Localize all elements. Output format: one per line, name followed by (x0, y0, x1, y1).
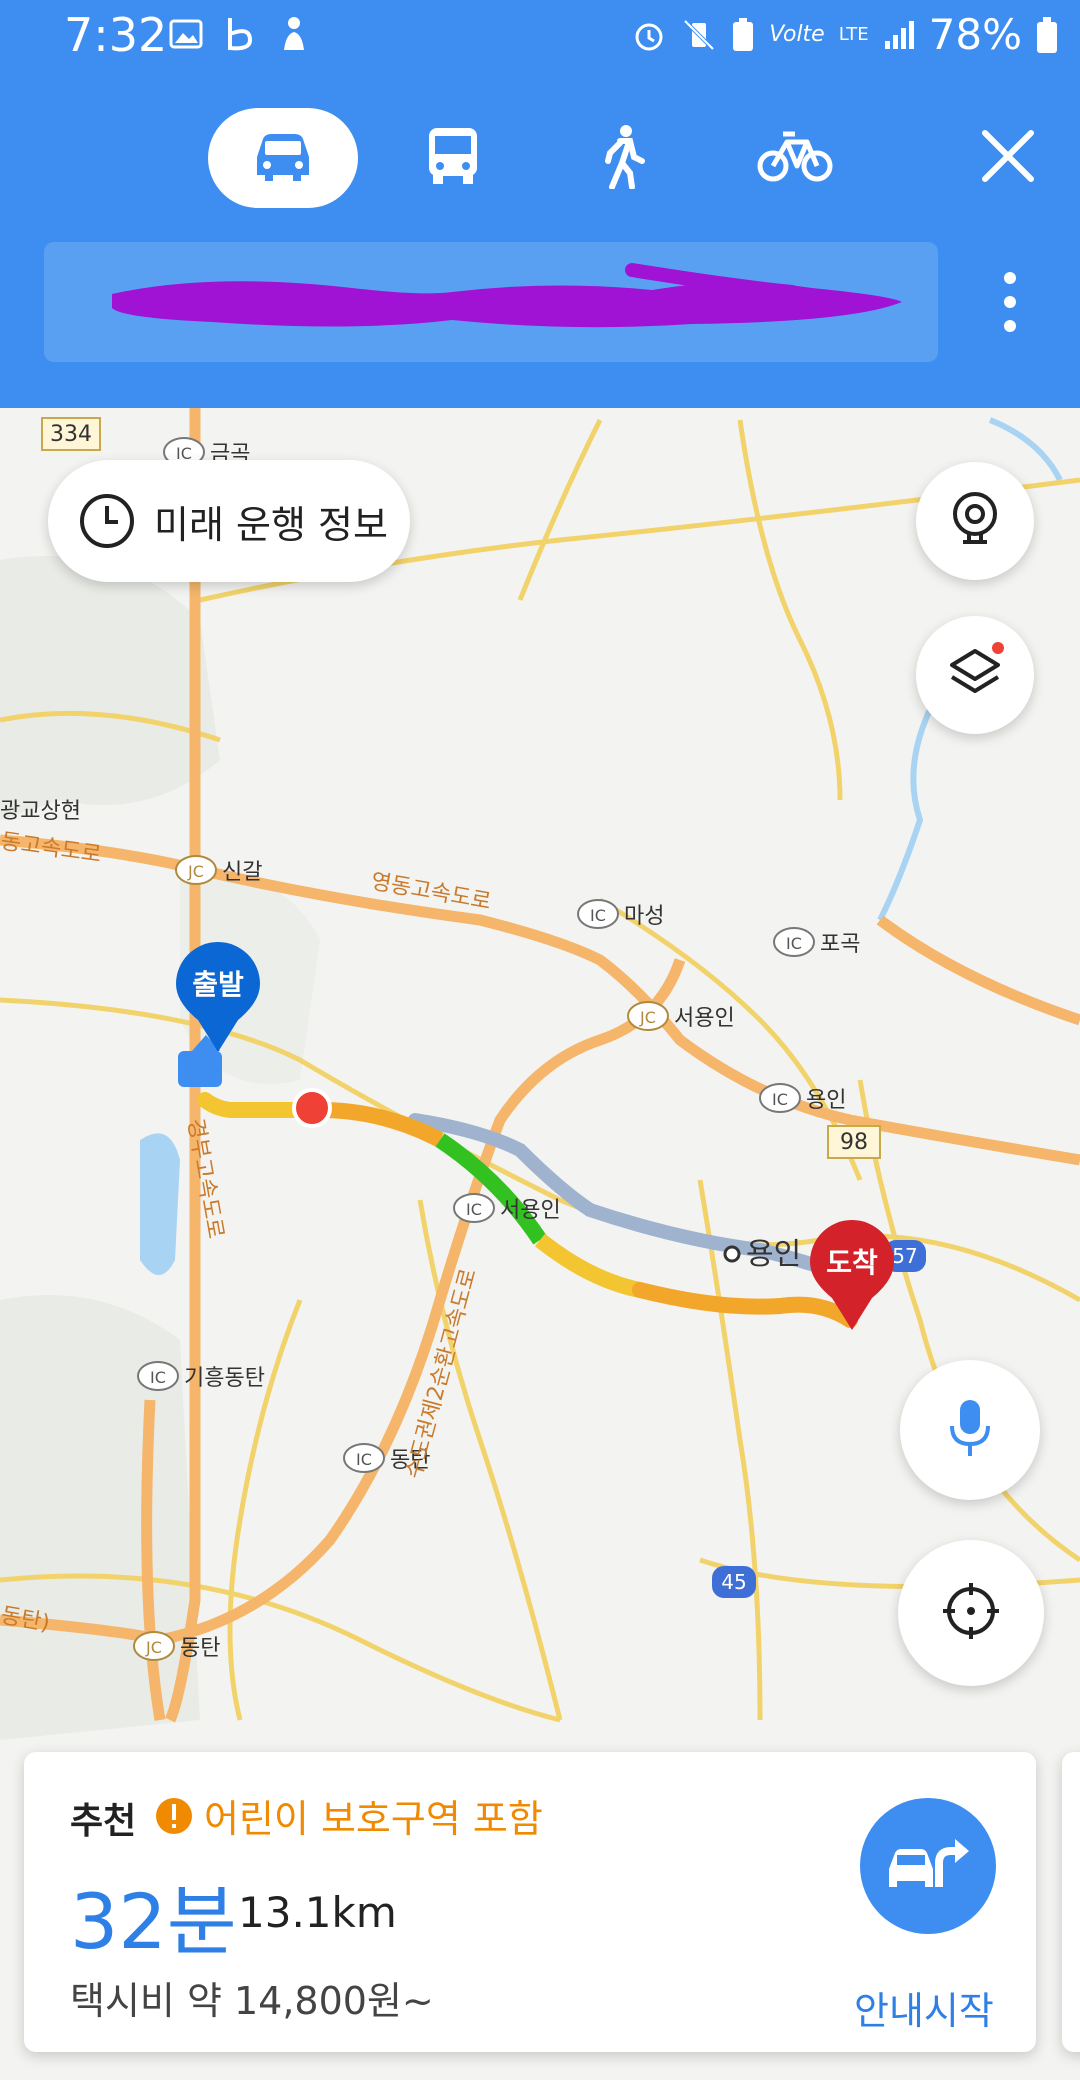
signal-icon (883, 19, 915, 51)
child-zone-warning: 어린이 보호구역 포함 (154, 1788, 543, 1843)
tab-bike[interactable] (720, 108, 870, 208)
car-turn-icon (883, 1829, 973, 1903)
tab-bus[interactable] (378, 108, 528, 208)
place-label-giheung-dongtan: IC 기흥동탄 (137, 1361, 265, 1391)
taxi-fare: 택시비 약 14,800원~ (70, 1979, 434, 2023)
route-search-field[interactable] (44, 242, 938, 362)
gallery-icon (168, 14, 204, 54)
svg-text:IC: IC (772, 1090, 788, 1109)
future-traffic-info-button[interactable]: 미래 운행 정보 (48, 460, 410, 582)
clock-icon (78, 492, 136, 550)
route-shield-334: 334 (41, 417, 101, 451)
warning-text: 어린이 보호구역 포함 (204, 1797, 543, 1841)
place-label-seoyongin-ic: IC 서용인 (453, 1193, 561, 1223)
svg-text:IC: IC (786, 934, 802, 953)
layers-notification-dot (992, 642, 1004, 654)
svg-text:용인: 용인 (746, 1237, 801, 1272)
map-layers-button[interactable] (916, 616, 1034, 734)
svg-text:IC: IC (466, 1200, 482, 1219)
svg-text:마성: 마성 (624, 904, 664, 929)
walk-icon (598, 123, 648, 193)
route-distance: 13.1km (238, 1888, 397, 1937)
route-shield-45: 45 (712, 1566, 756, 1598)
my-location-button[interactable] (898, 1540, 1044, 1686)
car-icon (251, 129, 315, 187)
svg-text:IC: IC (356, 1450, 372, 1469)
svg-text:98: 98 (840, 1130, 868, 1155)
battery-icon (1036, 16, 1058, 54)
svg-text:서용인: 서용인 (500, 1198, 561, 1223)
header: 7:32 Volte LTE 78% (0, 0, 1080, 408)
start-navigation-label[interactable]: 안내시작 (854, 1980, 994, 2035)
cctv-icon (949, 490, 1001, 552)
voice-search-button[interactable] (900, 1360, 1040, 1500)
b-app-icon (222, 14, 258, 54)
route-duration: 32분 (70, 1877, 237, 1966)
transport-mode-tabs (0, 108, 1080, 208)
svg-text:용인: 용인 (806, 1088, 846, 1113)
svg-text:334: 334 (50, 422, 92, 447)
place-label-seoyongin-jc: JC 서용인 (627, 1001, 735, 1031)
crosshair-icon (941, 1581, 1001, 1645)
status-time: 7:32 (64, 8, 168, 62)
close-button[interactable] (938, 108, 1078, 208)
svg-text:45: 45 (721, 1570, 746, 1594)
recommended-tag: 추천 (70, 1801, 137, 1842)
battery-saver-icon (731, 17, 755, 53)
close-icon (981, 129, 1035, 187)
redacted-address (112, 263, 902, 328)
battery-percent: 78% (928, 10, 1022, 59)
svg-text:도착: 도착 (826, 1246, 878, 1279)
cctv-button[interactable] (916, 462, 1034, 580)
route-summary-card[interactable]: 추천 어린이 보호구역 포함 32분 13.1km 택시비 약 14,800원~… (24, 1752, 1036, 2052)
svg-text:JC: JC (145, 1638, 162, 1657)
svg-text:JC: JC (639, 1008, 656, 1027)
svg-text:JC: JC (187, 862, 204, 881)
more-vertical-icon (985, 272, 1035, 344)
start-navigation-button[interactable] (860, 1798, 996, 1934)
status-icons-left (168, 14, 312, 54)
next-route-card-peek[interactable] (1062, 1752, 1080, 2052)
svg-text:IC: IC (590, 906, 606, 925)
volte-icon: Volte (769, 22, 825, 47)
tab-walk[interactable] (548, 108, 698, 208)
alarm-icon (631, 17, 667, 53)
svg-text:57: 57 (892, 1244, 917, 1268)
lte-icon: LTE (838, 24, 869, 45)
svg-text:동탄: 동탄 (180, 1636, 220, 1661)
svg-text:서용인: 서용인 (674, 1006, 735, 1031)
layers-icon (946, 645, 1004, 705)
bike-icon (757, 128, 833, 188)
tab-car[interactable] (208, 108, 358, 208)
future-traffic-info-label: 미래 운행 정보 (154, 502, 388, 547)
svg-text:IC: IC (150, 1368, 166, 1387)
microphone-icon (946, 1396, 994, 1464)
svg-text:신갈: 신갈 (222, 860, 262, 885)
status-icons-right: Volte LTE 78% (631, 10, 1058, 59)
person-notification-icon (276, 14, 312, 54)
vibrate-mute-icon (681, 17, 717, 53)
svg-text:포곡: 포곡 (820, 932, 860, 957)
svg-text:출발: 출발 (192, 968, 244, 1001)
status-bar: 7:32 Volte LTE 78% (0, 0, 1080, 76)
more-options-button[interactable] (985, 270, 1035, 340)
warning-icon (154, 1796, 194, 1836)
route-shield-98: 98 (827, 1125, 881, 1159)
svg-text:기흥동탄: 기흥동탄 (184, 1366, 265, 1391)
place-label-gwanggyo: 광교상현 (0, 799, 81, 824)
bus-icon (425, 126, 481, 190)
